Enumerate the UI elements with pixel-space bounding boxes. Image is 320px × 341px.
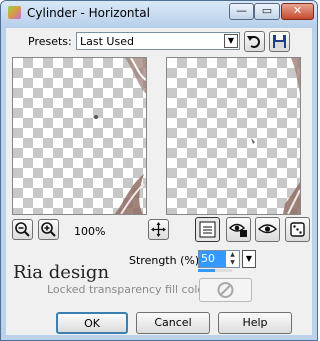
presets-value: Last Used — [80, 35, 134, 48]
locked-transparency-label: Locked transparency fill color: — [47, 283, 213, 296]
zoom-in-icon — [41, 222, 56, 237]
after-preview[interactable] — [166, 57, 301, 215]
strength-spinner[interactable]: 50 ▲ ▼ — [198, 250, 240, 268]
auto-proof-button[interactable] — [255, 217, 280, 242]
strength-label: Strength (%): — [129, 254, 203, 267]
close-button[interactable]: ✕ — [281, 3, 314, 20]
maximize-button[interactable]: ▭ — [254, 3, 280, 20]
dice-icon — [290, 222, 305, 237]
help-button[interactable]: Help — [218, 312, 292, 334]
no-color-icon — [217, 282, 234, 298]
show-preview-toggle[interactable] — [195, 217, 220, 242]
app-icon — [8, 6, 21, 19]
floppy-disk-icon — [273, 35, 286, 48]
move-arrows-icon — [151, 222, 166, 237]
strength-slider-fill — [198, 269, 215, 272]
fill-color-swatch — [199, 278, 252, 302]
ok-button[interactable]: OK — [56, 312, 128, 334]
zoom-out-icon — [15, 222, 30, 237]
strength-dropdown-button[interactable]: ▼ — [242, 250, 256, 268]
proof-lock-button[interactable] — [226, 217, 251, 242]
dialog-client: Presets: Last Used ▼ 100% Strength (%): … — [6, 28, 312, 335]
pan-button[interactable] — [148, 219, 169, 240]
watermark-text: Ria design — [13, 262, 110, 283]
cancel-button[interactable]: Cancel — [136, 312, 210, 334]
zoom-level: 100% — [74, 225, 106, 238]
zoom-in-button[interactable] — [38, 219, 59, 240]
after-image-icon — [251, 58, 300, 214]
dialog-window: Cylinder - Horizontal — ▭ ✕ Presets: Las… — [0, 0, 318, 341]
zoom-out-button[interactable] — [12, 219, 33, 240]
undo-arrow-icon — [247, 36, 260, 48]
eye-icon — [257, 224, 278, 234]
strength-value[interactable]: 50 — [199, 251, 226, 267]
chevron-down-icon[interactable]: ▼ — [224, 34, 238, 48]
save-preset-button[interactable] — [269, 31, 290, 52]
strength-slider[interactable] — [198, 269, 232, 272]
presets-dropdown[interactable]: Last Used ▼ — [76, 32, 240, 50]
presets-label: Presets: — [28, 35, 72, 48]
eye-lock-icon — [228, 223, 247, 237]
window-title: Cylinder - Horizontal — [27, 6, 150, 20]
reset-preset-button[interactable] — [244, 31, 265, 52]
before-preview[interactable] — [12, 57, 147, 215]
minimize-button[interactable]: — — [229, 3, 254, 20]
spin-up-icon[interactable]: ▲ — [227, 251, 238, 259]
preview-list-icon — [199, 221, 216, 238]
spin-down-icon[interactable]: ▼ — [227, 259, 238, 267]
before-image-icon — [94, 58, 146, 214]
title-bar[interactable]: Cylinder - Horizontal — ▭ ✕ — [1, 1, 317, 28]
randomize-button[interactable] — [285, 217, 310, 242]
